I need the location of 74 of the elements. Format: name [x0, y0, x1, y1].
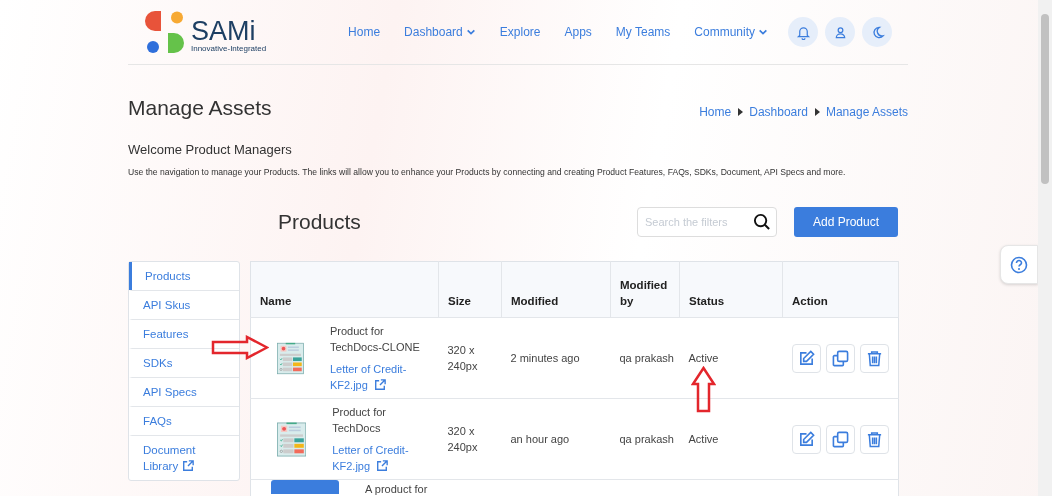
chevron-down-icon: [465, 27, 476, 37]
sidebar-item[interactable]: FAQs: [129, 406, 239, 435]
size-cell: 320 x 240px: [447, 344, 478, 372]
logo-icon: [145, 11, 185, 53]
bell-icon: [795, 24, 811, 40]
sidebar-item[interactable]: SDKs: [129, 348, 239, 377]
section-heading: Products: [278, 210, 361, 234]
sidebar-item[interactable]: API Skus: [129, 290, 239, 319]
column-header: Modified by: [610, 261, 680, 318]
edit-icon: [797, 349, 815, 367]
nav-link[interactable]: Dashboard: [404, 25, 476, 39]
nav-link[interactable]: Community: [694, 25, 768, 39]
product-name: Product for TechDocs: [332, 405, 387, 436]
modified-cell: an hour ago: [510, 433, 570, 445]
trash-icon: [865, 430, 883, 448]
welcome-heading: Welcome Product Managers: [128, 142, 293, 157]
caret-right-icon: [737, 108, 744, 116]
modified-cell: 2 minutes ago: [510, 352, 580, 364]
logo-name: SAMi: [191, 18, 257, 45]
edit-button[interactable]: [791, 424, 821, 454]
column-header: Modified: [501, 261, 611, 318]
sidebar-item[interactable]: Products: [129, 262, 239, 290]
logo-tagline: Innovative-Integrated: [191, 44, 267, 53]
thumbnail-placeholder: [271, 480, 339, 494]
breadcrumb-link[interactable]: Manage Assets: [825, 105, 908, 119]
column-header: Action: [782, 261, 899, 318]
arrow-up-icon: [691, 366, 716, 413]
notification-button[interactable]: [788, 17, 818, 47]
external-link-icon: [376, 460, 389, 472]
nav-link[interactable]: Apps: [564, 25, 592, 39]
file-link[interactable]: Letter of Credit-KF2.jpg: [329, 361, 437, 393]
copy-button[interactable]: [825, 343, 855, 373]
copy-icon: [831, 349, 849, 367]
breadcrumb-link[interactable]: Dashboard: [749, 105, 808, 119]
page-description: Use the navigation to manage your Products. The links will allow you to enhance your Products by connecting and creating Product Features, FAQs, SDKs, Document, API Specs and more.: [128, 167, 847, 177]
delete-button[interactable]: [859, 424, 889, 454]
copy-icon: [831, 430, 849, 448]
column-header: Size: [438, 261, 502, 318]
chevron-down-icon: [758, 27, 768, 37]
profile-button[interactable]: [825, 17, 855, 47]
nav-link[interactable]: Home: [348, 25, 381, 39]
modified-by-cell: qa prakash: [619, 433, 674, 445]
external-link-icon: [182, 460, 195, 472]
delete-button[interactable]: [859, 343, 889, 373]
nav-link[interactable]: My Teams: [615, 25, 671, 39]
product-name: Product for TechDocs-CLONE: [329, 324, 421, 355]
trash-icon: [865, 349, 883, 367]
add-product-button[interactable]: Add Product: [794, 207, 898, 237]
column-header: Status: [679, 261, 783, 318]
search-field[interactable]: Search the filters: [637, 207, 777, 237]
sidebar-item[interactable]: Features: [129, 319, 239, 348]
sidebar-item[interactable]: Document Library: [129, 435, 239, 480]
column-header: Name: [250, 261, 439, 318]
modified-by-cell: qa prakash: [619, 352, 674, 364]
nav-link[interactable]: Explore: [499, 25, 541, 39]
external-link-icon: [373, 379, 386, 391]
copy-button[interactable]: [825, 424, 855, 454]
file-link[interactable]: Letter of Credit-KF2.jpg: [332, 442, 437, 474]
sidebar-item[interactable]: API Specs: [129, 377, 239, 406]
breadcrumb-link[interactable]: Home: [699, 105, 732, 119]
edit-icon: [797, 430, 815, 448]
help-icon: [1010, 255, 1028, 274]
edit-button[interactable]: [791, 343, 821, 373]
page-title: Manage Assets: [128, 96, 272, 120]
size-cell: 320 x 240px: [447, 425, 478, 453]
search-icon: [753, 213, 771, 231]
status-cell: Active: [688, 433, 719, 445]
status-cell: Active: [688, 352, 719, 364]
arrow-right-icon: [211, 335, 269, 360]
theme-toggle-button[interactable]: [862, 17, 892, 47]
help-button[interactable]: [1000, 245, 1038, 284]
product-name: A product for: [365, 483, 428, 496]
scrollbar[interactable]: [1038, 0, 1052, 496]
caret-right-icon: [813, 108, 820, 116]
